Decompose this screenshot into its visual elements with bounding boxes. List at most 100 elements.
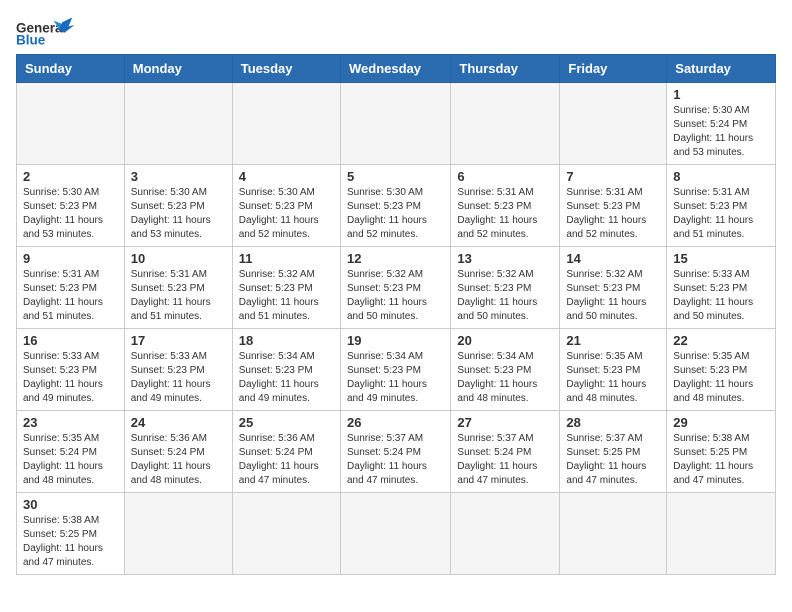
- calendar-cell: 16Sunrise: 5:33 AM Sunset: 5:23 PM Dayli…: [17, 329, 125, 411]
- day-info: Sunrise: 5:30 AM Sunset: 5:24 PM Dayligh…: [673, 104, 769, 160]
- calendar-cell: [340, 83, 450, 165]
- calendar-row-5: 30Sunrise: 5:38 AM Sunset: 5:25 PM Dayli…: [17, 493, 776, 575]
- day-number: 24: [131, 415, 226, 430]
- day-info: Sunrise: 5:35 AM Sunset: 5:23 PM Dayligh…: [566, 350, 660, 406]
- day-number: 13: [457, 251, 553, 266]
- calendar-cell: 12 Sunrise: 5:32 AM Sunset: 5:23 PM Dayli…: [340, 247, 450, 329]
- day-info: Sunrise: 5:32 AM Sunset: 5:23 PM Dayligh…: [457, 268, 553, 324]
- calendar-cell: 25 Sunrise: 5:36 AM Sunset: 5:24 PM Dayli…: [232, 411, 340, 493]
- calendar-cell: 24 Sunrise: 5:36 AM Sunset: 5:24 PM Dayli…: [124, 411, 232, 493]
- day-number: 7: [566, 169, 660, 184]
- day-number: 9: [23, 251, 118, 266]
- logo: General Blue: [16, 16, 76, 46]
- calendar-cell: [560, 83, 667, 165]
- day-number: 10: [131, 251, 226, 266]
- day-number: 20: [457, 333, 553, 348]
- day-info: Sunrise: 5:32 AM Sunset: 5:23 PM Dayligh…: [566, 268, 660, 324]
- day-info: Sunrise: 5:32 AM Sunset: 5:23 PM Dayligh…: [239, 268, 334, 324]
- calendar-cell: 20 Sunrise: 5:34 AM Sunset: 5:23 PM Dayli…: [451, 329, 560, 411]
- day-number: 4: [239, 169, 334, 184]
- day-number: 8: [673, 169, 769, 184]
- calendar-cell: [667, 493, 776, 575]
- day-info: Sunrise: 5:38 AM Sunset: 5:25 PM Dayligh…: [23, 514, 118, 570]
- calendar-cell: 4 Sunrise: 5:30 AM Sunset: 5:23 PM Daylig…: [232, 165, 340, 247]
- day-number: 3: [131, 169, 226, 184]
- weekday-header-tuesday: Tuesday: [232, 55, 340, 83]
- day-info: Sunrise: 5:37 AM Sunset: 5:24 PM Dayligh…: [457, 432, 553, 488]
- day-info: Sunrise: 5:35 AM Sunset: 5:23 PM Dayligh…: [673, 350, 769, 406]
- calendar-cell: [124, 83, 232, 165]
- calendar-cell: 18Sunrise: 5:34 AM Sunset: 5:23 PM Dayli…: [232, 329, 340, 411]
- calendar-cell: 10Sunrise: 5:31 AM Sunset: 5:23 PM Dayli…: [124, 247, 232, 329]
- calendar-cell: 2 Sunrise: 5:30 AM Sunset: 5:23 PM Daylig…: [17, 165, 125, 247]
- weekday-header-thursday: Thursday: [451, 55, 560, 83]
- day-number: 25: [239, 415, 334, 430]
- day-number: 12: [347, 251, 444, 266]
- day-info: Sunrise: 5:37 AM Sunset: 5:25 PM Dayligh…: [566, 432, 660, 488]
- calendar-cell: 11 Sunrise: 5:32 AM Sunset: 5:23 PM Dayli…: [232, 247, 340, 329]
- day-number: 19: [347, 333, 444, 348]
- calendar-cell: 3 Sunrise: 5:30 AM Sunset: 5:23 PM Daylig…: [124, 165, 232, 247]
- day-info: Sunrise: 5:31 AM Sunset: 5:23 PM Dayligh…: [23, 268, 118, 324]
- day-number: 28: [566, 415, 660, 430]
- day-info: Sunrise: 5:30 AM Sunset: 5:23 PM Dayligh…: [347, 186, 444, 242]
- calendar-cell: [451, 493, 560, 575]
- svg-text:Blue: Blue: [16, 33, 46, 47]
- calendar-row-0: 1 Sunrise: 5:30 AM Sunset: 5:24 PM Daylig…: [17, 83, 776, 165]
- calendar-cell: 6Sunrise: 5:31 AM Sunset: 5:23 PM Daylig…: [451, 165, 560, 247]
- weekday-header-row: SundayMondayTuesdayWednesdayThursdayFrid…: [17, 55, 776, 83]
- day-info: Sunrise: 5:34 AM Sunset: 5:23 PM Dayligh…: [457, 350, 553, 406]
- header: General Blue: [16, 16, 776, 46]
- day-number: 2: [23, 169, 118, 184]
- day-number: 11: [239, 251, 334, 266]
- day-number: 21: [566, 333, 660, 348]
- day-number: 23: [23, 415, 118, 430]
- day-info: Sunrise: 5:31 AM Sunset: 5:23 PM Dayligh…: [566, 186, 660, 242]
- calendar-cell: 23 Sunrise: 5:35 AM Sunset: 5:24 PM Dayli…: [17, 411, 125, 493]
- calendar-cell: [232, 83, 340, 165]
- day-number: 29: [673, 415, 769, 430]
- calendar-row-2: 9 Sunrise: 5:31 AM Sunset: 5:23 PM Daylig…: [17, 247, 776, 329]
- calendar-cell: 29Sunrise: 5:38 AM Sunset: 5:25 PM Dayli…: [667, 411, 776, 493]
- day-number: 6: [457, 169, 553, 184]
- calendar-cell: [17, 83, 125, 165]
- day-info: Sunrise: 5:32 AM Sunset: 5:23 PM Dayligh…: [347, 268, 444, 324]
- day-number: 16: [23, 333, 118, 348]
- calendar-cell: 7 Sunrise: 5:31 AM Sunset: 5:23 PM Daylig…: [560, 165, 667, 247]
- calendar-cell: 8 Sunrise: 5:31 AM Sunset: 5:23 PM Daylig…: [667, 165, 776, 247]
- day-info: Sunrise: 5:31 AM Sunset: 5:23 PM Dayligh…: [673, 186, 769, 242]
- weekday-header-friday: Friday: [560, 55, 667, 83]
- day-info: Sunrise: 5:30 AM Sunset: 5:23 PM Dayligh…: [131, 186, 226, 242]
- calendar-cell: [560, 493, 667, 575]
- calendar-row-3: 16 Sunrise: 5:33 AM Sunset: 5:23 PM Dayli…: [17, 329, 776, 411]
- day-info: Sunrise: 5:34 AM Sunset: 5:23 PM Dayligh…: [347, 350, 444, 406]
- calendar-table: SundayMondayTuesdayWednesdayThursdayFrid…: [16, 54, 776, 575]
- day-info: Sunrise: 5:33 AM Sunset: 5:23 PM Dayligh…: [131, 350, 226, 406]
- day-info: Sunrise: 5:30 AM Sunset: 5:23 PM Dayligh…: [239, 186, 334, 242]
- calendar-cell: 27 Sunrise: 5:37 AM Sunset: 5:24 PM Dayli…: [451, 411, 560, 493]
- calendar-cell: 28 Sunrise: 5:37 AM Sunset: 5:25 PM Dayli…: [560, 411, 667, 493]
- calendar-cell: [232, 493, 340, 575]
- calendar-cell: 5Sunrise: 5:30 AM Sunset: 5:23 PM Daylig…: [340, 165, 450, 247]
- calendar-cell: 1 Sunrise: 5:30 AM Sunset: 5:24 PM Daylig…: [667, 83, 776, 165]
- weekday-header-sunday: Sunday: [17, 55, 125, 83]
- day-number: 27: [457, 415, 553, 430]
- day-info: Sunrise: 5:33 AM Sunset: 5:23 PM Dayligh…: [673, 268, 769, 324]
- day-info: Sunrise: 5:36 AM Sunset: 5:24 PM Dayligh…: [131, 432, 226, 488]
- calendar-cell: 22Sunrise: 5:35 AM Sunset: 5:23 PM Dayli…: [667, 329, 776, 411]
- calendar-cell: 9 Sunrise: 5:31 AM Sunset: 5:23 PM Daylig…: [17, 247, 125, 329]
- calendar-cell: 19 Sunrise: 5:34 AM Sunset: 5:23 PM Dayli…: [340, 329, 450, 411]
- day-number: 18: [239, 333, 334, 348]
- day-info: Sunrise: 5:36 AM Sunset: 5:24 PM Dayligh…: [239, 432, 334, 488]
- calendar-cell: [451, 83, 560, 165]
- day-number: 1: [673, 87, 769, 102]
- calendar-row-4: 23 Sunrise: 5:35 AM Sunset: 5:24 PM Dayli…: [17, 411, 776, 493]
- day-info: Sunrise: 5:35 AM Sunset: 5:24 PM Dayligh…: [23, 432, 118, 488]
- day-info: Sunrise: 5:30 AM Sunset: 5:23 PM Dayligh…: [23, 186, 118, 242]
- calendar-cell: 26Sunrise: 5:37 AM Sunset: 5:24 PM Dayli…: [340, 411, 450, 493]
- calendar-row-1: 2 Sunrise: 5:30 AM Sunset: 5:23 PM Daylig…: [17, 165, 776, 247]
- weekday-header-saturday: Saturday: [667, 55, 776, 83]
- calendar-cell: 13 Sunrise: 5:32 AM Sunset: 5:23 PM Dayli…: [451, 247, 560, 329]
- calendar-header: SundayMondayTuesdayWednesdayThursdayFrid…: [17, 55, 776, 83]
- calendar-body: 1 Sunrise: 5:30 AM Sunset: 5:24 PM Daylig…: [17, 83, 776, 575]
